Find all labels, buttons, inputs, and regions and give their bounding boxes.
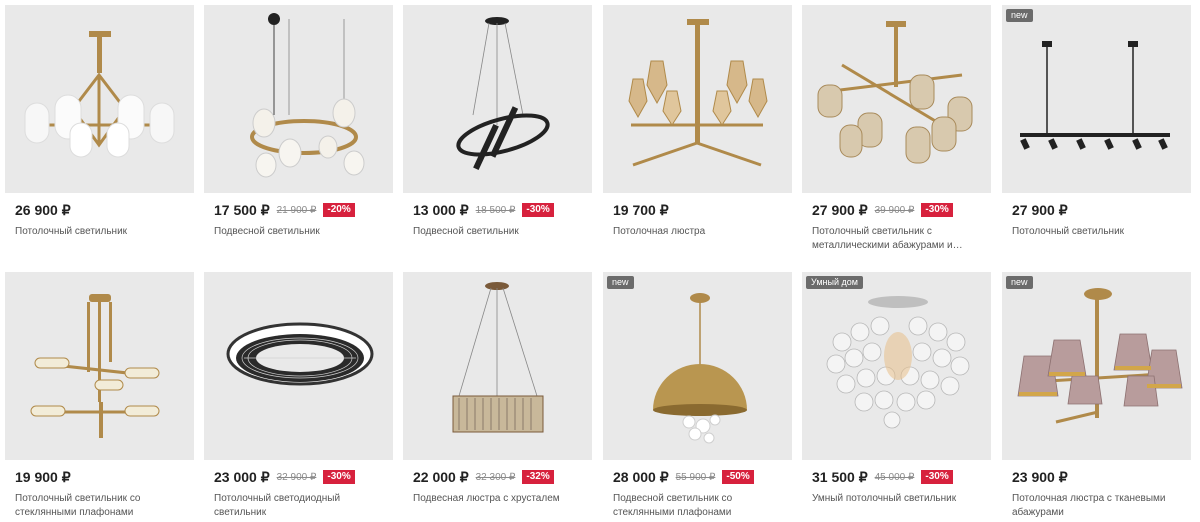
chandelier-glass-tubes-icon xyxy=(30,294,160,438)
crystal-drum-pendant-icon xyxy=(452,282,544,433)
price-row: 13 000 ₽ 18 500 ₽ -30% xyxy=(413,201,554,219)
product-card[interactable]: 23 000 ₽ 32 900 ₽ -30% Потолочный светод… xyxy=(204,272,393,522)
price-row: 22 000 ₽ 32 300 ₽ -32% xyxy=(413,468,554,486)
product-card[interactable]: new 23 900 ₽ Потолочная люстра с тканевы… xyxy=(1002,272,1191,522)
price: 23 900 ₽ xyxy=(1012,468,1068,485)
price-row: 27 900 ₽ 39 900 ₽ -30% xyxy=(812,201,953,219)
old-price: 45 000 ₽ xyxy=(874,471,915,483)
product-card[interactable]: 22 000 ₽ 32 300 ₽ -32% Подвесная люстра … xyxy=(403,272,592,522)
product-image[interactable] xyxy=(204,272,393,460)
product-image[interactable]: new xyxy=(1002,272,1191,460)
track-spotlights-icon xyxy=(1020,41,1170,150)
price: 19 900 ₽ xyxy=(15,468,71,485)
price: 17 500 ₽ xyxy=(214,201,270,218)
product-title[interactable]: Подвесной светильник со стеклянными плаф… xyxy=(613,492,785,520)
product-image[interactable] xyxy=(204,5,393,193)
price: 27 900 ₽ xyxy=(812,201,868,218)
price-row: 31 500 ₽ 45 000 ₽ -30% xyxy=(812,468,953,486)
fabric-shade-chandelier-icon xyxy=(1017,288,1183,424)
smart-home-badge: Умный дом xyxy=(806,276,863,289)
product-card[interactable]: 27 900 ₽ 39 900 ₽ -30% Потолочный светил… xyxy=(802,5,991,255)
product-image[interactable] xyxy=(403,5,592,193)
discount-badge: -30% xyxy=(921,470,953,484)
product-card[interactable]: new 27 900 ₽ Потолочный светильник xyxy=(1002,5,1191,255)
new-badge: new xyxy=(607,276,634,289)
discount-badge: -32% xyxy=(522,470,554,484)
pendant-led-rings-icon xyxy=(456,17,550,171)
discount-badge: -30% xyxy=(522,203,554,217)
new-badge: new xyxy=(1006,9,1033,22)
product-image[interactable] xyxy=(5,5,194,193)
price: 26 900 ₽ xyxy=(15,201,71,218)
product-card[interactable]: 19 900 ₽ Потолочный светильник со стекля… xyxy=(5,272,194,522)
price-row: 17 500 ₽ 21 900 ₽ -20% xyxy=(214,201,355,219)
product-title[interactable]: Потолочный светильник xyxy=(1012,225,1184,239)
price: 31 500 ₽ xyxy=(812,468,868,485)
price-row: 27 900 ₽ xyxy=(1012,201,1068,219)
old-price: 21 900 ₽ xyxy=(276,204,317,216)
price-row: 19 700 ₽ xyxy=(613,201,669,219)
product-title[interactable]: Подвесной светильник xyxy=(413,225,585,239)
product-image[interactable]: new xyxy=(1002,5,1191,193)
price: 23 000 ₽ xyxy=(214,468,270,485)
product-title[interactable]: Потолочный светильник со стеклянными пла… xyxy=(15,492,187,520)
price-row: 23 000 ₽ 32 900 ₽ -30% xyxy=(214,468,355,486)
pendant-ring-glass-icon xyxy=(250,13,365,178)
product-title[interactable]: Умный потолочный светильник xyxy=(812,492,984,506)
product-title[interactable]: Потолочный светильник xyxy=(15,225,187,239)
product-image[interactable] xyxy=(802,5,991,193)
product-card[interactable]: 13 000 ₽ 18 500 ₽ -30% Подвесной светиль… xyxy=(403,5,592,255)
product-image[interactable] xyxy=(403,272,592,460)
product-card[interactable]: 26 900 ₽ Потолочный светильник xyxy=(5,5,194,255)
price: 19 700 ₽ xyxy=(613,201,669,218)
product-image[interactable]: new xyxy=(603,272,792,460)
old-price: 55 900 ₽ xyxy=(675,471,716,483)
led-ring-ceiling-icon xyxy=(226,322,374,386)
chandelier-amber-glass-icon xyxy=(628,19,768,167)
discount-badge: -50% xyxy=(722,470,754,484)
product-card[interactable]: new 28 000 ₽ 55 900 ₽ -50% Подвесной све… xyxy=(603,272,792,522)
price-row: 26 900 ₽ xyxy=(15,201,71,219)
product-card[interactable]: 19 700 ₽ Потолочная люстра xyxy=(603,5,792,255)
chandelier-white-shades-icon xyxy=(24,31,175,158)
product-card[interactable]: Умный дом 31 500 ₽ 45 000 ₽ -30% Умный п… xyxy=(802,272,991,522)
new-badge: new xyxy=(1006,276,1033,289)
chandelier-mesh-shades-icon xyxy=(817,21,973,164)
old-price: 32 900 ₽ xyxy=(276,471,317,483)
price-row: 19 900 ₽ xyxy=(15,468,71,486)
product-image[interactable] xyxy=(603,5,792,193)
price: 22 000 ₽ xyxy=(413,468,469,485)
product-image[interactable]: Умный дом xyxy=(802,272,991,460)
shell-disc-chandelier-icon xyxy=(826,296,970,429)
product-title[interactable]: Потолочный светодиодный светильник xyxy=(214,492,386,520)
price: 27 900 ₽ xyxy=(1012,201,1068,218)
product-title[interactable]: Потолочный светильник с металлическими а… xyxy=(812,225,984,253)
product-grid: 26 900 ₽ Потолочный светильник 17 500 ₽ … xyxy=(0,0,1200,522)
old-price: 39 900 ₽ xyxy=(874,204,915,216)
product-title[interactable]: Подвесная люстра с хрусталем xyxy=(413,492,585,506)
product-image[interactable] xyxy=(5,272,194,460)
product-card[interactable]: 17 500 ₽ 21 900 ₽ -20% Подвесной светиль… xyxy=(204,5,393,255)
discount-badge: -20% xyxy=(323,203,355,217)
discount-badge: -30% xyxy=(921,203,953,217)
product-title[interactable]: Подвесной светильник xyxy=(214,225,386,239)
discount-badge: -30% xyxy=(323,470,355,484)
old-price: 18 500 ₽ xyxy=(475,204,516,216)
price: 28 000 ₽ xyxy=(613,468,669,485)
price-row: 28 000 ₽ 55 900 ₽ -50% xyxy=(613,468,754,486)
product-title[interactable]: Потолочная люстра xyxy=(613,225,785,239)
price-row: 23 900 ₽ xyxy=(1012,468,1068,486)
dome-pendant-icon xyxy=(653,293,747,444)
price: 13 000 ₽ xyxy=(413,201,469,218)
old-price: 32 300 ₽ xyxy=(475,471,516,483)
product-title[interactable]: Потолочная люстра с тканевыми абажурами xyxy=(1012,492,1184,520)
